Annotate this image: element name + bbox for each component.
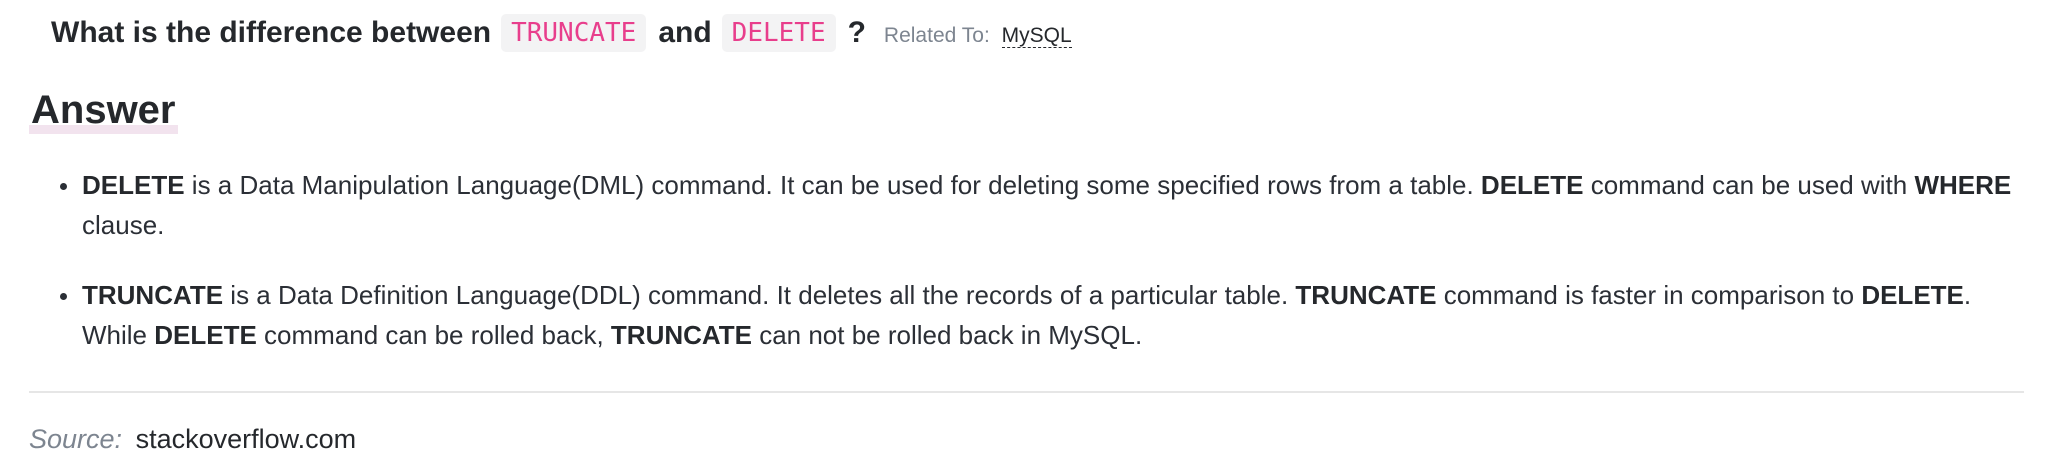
item-text: command can be rolled back, [256, 320, 611, 350]
item-text: can not be rolled back in MySQL. [751, 320, 1143, 350]
code-truncate: TRUNCATE [501, 14, 647, 52]
question-title: What is the difference between TRUNCATE … [51, 14, 1072, 52]
keyword: DELETE [82, 170, 185, 200]
keyword: TRUNCATE [1295, 280, 1437, 310]
keyword: DELETE [1480, 170, 1584, 200]
item-text: command can be used with [1583, 170, 1915, 200]
related-to: Related To: MySQL [884, 18, 1072, 48]
item-text: command is faster in comparison to [1436, 280, 1862, 310]
source-value: stackoverflow.com [135, 424, 357, 454]
related-tag-mysql[interactable]: MySQL [1001, 24, 1072, 48]
keyword: DELETE [154, 320, 257, 350]
item-text: clause. [82, 210, 165, 240]
list-item: TRUNCATE is a Data Definition Language(D… [60, 275, 2042, 355]
keyword: TRUNCATE [82, 280, 224, 310]
question-mark: ? [847, 16, 866, 49]
source-label: Source: [29, 424, 123, 454]
code-delete: DELETE [721, 14, 836, 52]
source-line: Source: stackoverflow.com [29, 424, 356, 455]
question-prefix: What is the difference between [51, 16, 492, 49]
answer-heading: Answer [29, 86, 178, 134]
item-text: is a Data Manipulation Language(DML) com… [184, 170, 1481, 200]
keyword: TRUNCATE [610, 320, 752, 350]
list-item: DELETE is a Data Manipulation Language(D… [60, 165, 2042, 245]
item-text: is a Data Definition Language(DDL) comma… [223, 280, 1296, 310]
related-label: Related To: [883, 24, 990, 47]
keyword: WHERE [1914, 170, 2012, 200]
keyword: DELETE [1861, 280, 1964, 310]
divider [29, 391, 2024, 393]
question-middle: and [658, 16, 712, 49]
answer-list: DELETE is a Data Manipulation Language(D… [60, 165, 2042, 385]
